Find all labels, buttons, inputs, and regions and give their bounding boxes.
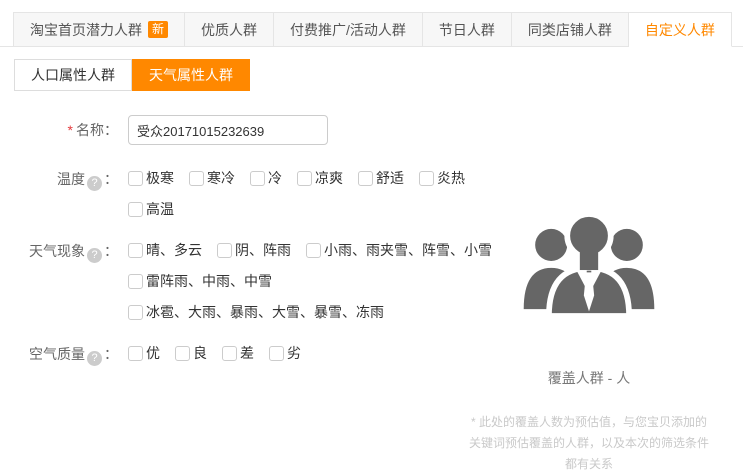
checkbox-label: 优 (146, 343, 160, 363)
checkbox (175, 346, 190, 361)
tab-bar: 淘宝首页潜力人群新优质人群付费推广/活动人群节日人群同类店铺人群自定义人群 (0, 12, 743, 47)
checkbox-label: 炎热 (437, 168, 465, 188)
air-quality-options: 优良差劣 (128, 342, 316, 373)
tab-label: 付费推广/活动人群 (290, 22, 406, 38)
option-line: 高温 (128, 198, 480, 220)
checkbox (297, 171, 312, 186)
temperature-option[interactable]: 凉爽 (297, 168, 343, 188)
label-text: 温度 (57, 171, 85, 187)
temperature-option[interactable]: 高温 (128, 199, 174, 219)
checkbox (250, 171, 265, 186)
checkbox-label: 高温 (146, 199, 174, 219)
label-text: 空气质量 (29, 346, 85, 362)
tab-label: 优质人群 (201, 22, 257, 38)
checkbox (222, 346, 237, 361)
tab-similar-shop-audience[interactable]: 同类店铺人群 (512, 12, 629, 47)
weather-phenomena-option[interactable]: 阴、阵雨 (217, 240, 291, 260)
temperature-options: 极寒 寒冷 冷 凉爽 舒适 炎热高温 (128, 167, 480, 229)
checkbox (128, 274, 143, 289)
checkbox-label: 冷 (268, 168, 282, 188)
checkbox-label: 冰雹、大雨、暴雨、大雪、暴雪、冻雨 (146, 302, 384, 322)
checkbox (128, 171, 143, 186)
checkbox-label: 晴、多云 (146, 240, 202, 260)
coverage-note-line: * 此处的覆盖人数为预估值，与您宝贝添加的 (448, 412, 730, 433)
coverage-panel: 覆盖人群 - 人 * 此处的覆盖人数为预估值，与您宝贝添加的关键词预估覆盖的人群… (448, 206, 730, 475)
tab-label: 淘宝首页潜力人群 (30, 22, 142, 38)
air-quality-option[interactable]: 优 (128, 343, 160, 363)
checkbox-label: 雷阵雨、中雨、中雪 (146, 271, 272, 291)
checkbox-label: 劣 (287, 343, 301, 363)
weather-phenomena-option[interactable]: 冰雹、大雨、暴雨、大雪、暴雪、冻雨 (128, 302, 384, 322)
checkbox-label: 极寒 (146, 168, 174, 188)
name-row: *名称： (0, 115, 743, 145)
option-line: 优良差劣 (128, 342, 316, 364)
tab-custom-audience[interactable]: 自定义人群 (629, 12, 732, 47)
coverage-note: * 此处的覆盖人数为预估值，与您宝贝添加的关键词预估覆盖的人群，以及本次的筛选条… (448, 412, 730, 475)
temperature-option[interactable]: 冷 (250, 168, 282, 188)
custom-audience-page: 淘宝首页潜力人群新优质人群付费推广/活动人群节日人群同类店铺人群自定义人群 人口… (0, 12, 743, 373)
help-icon[interactable]: ? (87, 176, 102, 191)
colon: ： (104, 122, 118, 138)
checkbox (128, 243, 143, 258)
checkbox-label: 凉爽 (315, 168, 343, 188)
checkbox (419, 171, 434, 186)
tab-label: 自定义人群 (645, 22, 715, 38)
tab-premium-audience[interactable]: 优质人群 (185, 12, 274, 47)
checkbox-label: 差 (240, 343, 254, 363)
colon: ： (104, 171, 118, 187)
checkbox (306, 243, 321, 258)
checkbox-label: 寒冷 (207, 168, 235, 188)
tab-label: 同类店铺人群 (528, 22, 612, 38)
coverage-note-line: 都有关系 (448, 454, 730, 475)
checkbox (128, 202, 143, 217)
checkbox (128, 346, 143, 361)
air-quality-option[interactable]: 良 (175, 343, 207, 363)
label-text: 天气现象 (29, 243, 85, 259)
checkbox (217, 243, 232, 258)
temperature-option[interactable]: 极寒 (128, 168, 174, 188)
option-line: 极寒 寒冷 冷 凉爽 舒适 炎热 (128, 167, 480, 189)
audience-group-icon (514, 206, 664, 332)
tab-taobao-home-potential[interactable]: 淘宝首页潜力人群新 (13, 12, 185, 47)
colon: ： (104, 346, 118, 362)
checkbox (358, 171, 373, 186)
help-icon[interactable]: ? (87, 351, 102, 366)
coverage-count-label: 覆盖人群 - 人 (448, 368, 730, 388)
colon: ： (104, 243, 118, 259)
weather-phenomena-label: 天气现象?： (0, 239, 118, 332)
checkbox (128, 305, 143, 320)
tab-festival-audience[interactable]: 节日人群 (423, 12, 512, 47)
tab-paid-promotion-activity[interactable]: 付费推广/活动人群 (274, 12, 423, 47)
weather-phenomena-option[interactable]: 晴、多云 (128, 240, 202, 260)
checkbox-label: 良 (193, 343, 207, 363)
temperature-option[interactable]: 炎热 (419, 168, 465, 188)
new-badge: 新 (148, 21, 168, 38)
name-label: *名称： (0, 115, 118, 145)
subtab-demographic-audience[interactable]: 人口属性人群 (14, 59, 132, 91)
temperature-option[interactable]: 舒适 (358, 168, 404, 188)
checkbox (189, 171, 204, 186)
temperature-label: 温度?： (0, 167, 118, 229)
air-quality-label: 空气质量?： (0, 342, 118, 373)
checkbox-label: 舒适 (376, 168, 404, 188)
subtab-bar: 人口属性人群天气属性人群 (14, 59, 743, 91)
help-icon[interactable]: ? (87, 248, 102, 263)
tab-label: 节日人群 (439, 22, 495, 38)
required-asterisk: * (68, 122, 73, 138)
coverage-note-line: 关键词预估覆盖的人群，以及本次的筛选条件 (448, 433, 730, 454)
checkbox-label: 阴、阵雨 (235, 240, 291, 260)
subtab-weather-audience[interactable]: 天气属性人群 (132, 59, 250, 91)
air-quality-option[interactable]: 劣 (269, 343, 301, 363)
audience-name-input[interactable] (128, 115, 328, 145)
air-quality-option[interactable]: 差 (222, 343, 254, 363)
weather-phenomena-option[interactable]: 雷阵雨、中雨、中雪 (128, 271, 272, 291)
name-label-text: 名称 (76, 122, 104, 138)
temperature-option[interactable]: 寒冷 (189, 168, 235, 188)
checkbox (269, 346, 284, 361)
